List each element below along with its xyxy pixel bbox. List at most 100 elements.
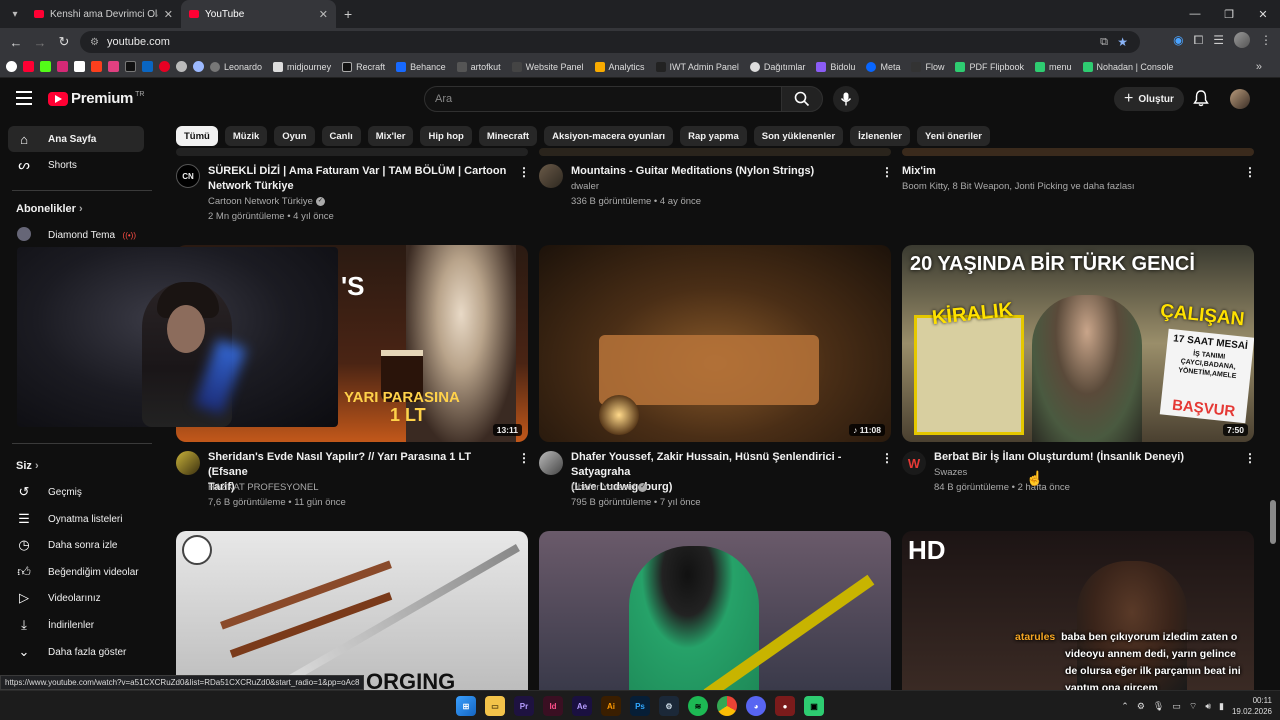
forward-icon[interactable]: → bbox=[28, 35, 52, 50]
bookmark-flow[interactable]: Flow bbox=[911, 61, 944, 72]
kick-icon[interactable] bbox=[40, 61, 51, 72]
maximize-button[interactable]: ❐ bbox=[1212, 0, 1246, 28]
app-icon[interactable]: ▣ bbox=[804, 696, 824, 716]
account-avatar[interactable] bbox=[1230, 89, 1250, 109]
youtube-icon[interactable] bbox=[23, 61, 34, 72]
page-scrollbar[interactable] bbox=[1270, 500, 1276, 544]
chip-gaming[interactable]: Oyun bbox=[274, 126, 315, 146]
create-button[interactable]: + Oluştur bbox=[1114, 87, 1184, 111]
chatgpt-icon[interactable] bbox=[176, 61, 187, 72]
channel-name[interactable]: Cartoon Network Türkiye ✓ bbox=[208, 194, 325, 209]
bookmark-dagitimlar[interactable]: Dağıtımlar bbox=[749, 61, 805, 72]
close-window-button[interactable]: ✕ bbox=[1246, 0, 1280, 28]
tab-kenshi[interactable]: Kenshi ama Devrimci Olarak - Y ✕ bbox=[26, 0, 181, 28]
bookmark-recraft[interactable]: Recraft bbox=[342, 61, 385, 72]
video-thumbnail[interactable] bbox=[176, 148, 528, 156]
sidebar-item-show-more[interactable]: ⌄ Daha fazla göster bbox=[8, 639, 144, 665]
photoshop-icon[interactable]: Ps bbox=[630, 696, 650, 716]
channel-name[interactable]: dwaler bbox=[571, 179, 599, 194]
site-info-icon[interactable]: ⚙ bbox=[90, 37, 99, 48]
tab-youtube[interactable]: YouTube ✕ bbox=[181, 0, 336, 28]
bookmark-star-icon[interactable]: ★ bbox=[1117, 35, 1128, 49]
google-icon[interactable] bbox=[6, 61, 17, 72]
instagram-icon[interactable] bbox=[57, 61, 68, 72]
channel-name[interactable]: HAZKAT PROFESYONEL bbox=[208, 480, 319, 495]
mix-thumbnail[interactable] bbox=[902, 148, 1254, 156]
bookmark-website-panel[interactable]: Website Panel bbox=[511, 61, 584, 72]
search-input[interactable] bbox=[435, 93, 781, 105]
extension-icon[interactable]: ◉ bbox=[1173, 33, 1183, 47]
chip-minecraft[interactable]: Minecraft bbox=[478, 126, 538, 146]
bookmark-iwt-admin[interactable]: IWT Admin Panel bbox=[655, 61, 739, 72]
more-options-icon[interactable]: ⋮ bbox=[1244, 165, 1256, 179]
chip-recently-uploaded[interactable]: Son yüklenenler bbox=[753, 126, 844, 146]
voice-search-button[interactable] bbox=[833, 86, 859, 112]
after-effects-icon[interactable]: Ae bbox=[572, 696, 592, 716]
pinterest-icon[interactable] bbox=[159, 61, 170, 72]
illustrator-icon[interactable]: Ai bbox=[601, 696, 621, 716]
more-options-icon[interactable]: ⋮ bbox=[881, 165, 893, 179]
bookmark-behance[interactable]: Behance bbox=[396, 61, 446, 72]
bookmark-leonardo[interactable]: Leonardo bbox=[210, 61, 262, 72]
battery-icon[interactable]: ▮ bbox=[1219, 701, 1224, 712]
steam-tray-icon[interactable]: ⚙ bbox=[1137, 701, 1145, 712]
youtube-premium-logo[interactable]: Premium TR bbox=[48, 90, 144, 107]
bookmark-midjourney[interactable]: midjourney bbox=[273, 61, 331, 72]
extensions-puzzle-icon[interactable]: ⧠ bbox=[1194, 33, 1204, 48]
browser-menu-icon[interactable]: ⋮ bbox=[1260, 33, 1272, 47]
chip-new-to-you[interactable]: Yeni öneriler bbox=[916, 126, 991, 146]
reload-icon[interactable]: ↻ bbox=[52, 34, 76, 50]
x-icon[interactable] bbox=[74, 61, 85, 72]
profile-avatar[interactable] bbox=[1234, 32, 1250, 48]
chip-live[interactable]: Canlı bbox=[321, 126, 361, 146]
bookmark-menu[interactable]: menu bbox=[1035, 61, 1072, 72]
bookmark-pdf-flipbook[interactable]: PDF Flipbook bbox=[955, 61, 1024, 72]
channel-name[interactable]: Dhafer Youssef ✓ bbox=[571, 480, 648, 495]
chip-watched[interactable]: İzlenenler bbox=[850, 126, 910, 146]
bookmark-nohadan[interactable]: Nohadan | Console bbox=[1082, 61, 1173, 72]
sidebar-item-diamond-tema[interactable]: Diamond Tema ((•)) bbox=[8, 222, 144, 248]
hazkat-avatar[interactable] bbox=[176, 451, 200, 475]
bookmark-bidolu[interactable]: Bidolu bbox=[816, 61, 855, 72]
yandex-icon[interactable] bbox=[91, 61, 102, 72]
volume-icon[interactable]: 🔊︎ bbox=[1205, 701, 1211, 712]
video-title[interactable]: SÜREKLİ DİZİ | Ama Faturam Var | TAM BÖL… bbox=[208, 164, 508, 194]
sidebar-item-downloads[interactable]: ⤓ İndirilenler bbox=[8, 612, 144, 638]
cartoon-network-avatar[interactable]: CN bbox=[176, 164, 200, 188]
bookmark-artofkut[interactable]: artofkut bbox=[456, 61, 501, 72]
close-tab-icon[interactable]: ✕ bbox=[164, 8, 173, 21]
video-title[interactable]: Mountains - Guitar Meditations (Nylon St… bbox=[571, 164, 871, 179]
bookmark-analytics[interactable]: Analytics bbox=[594, 61, 645, 72]
file-explorer-icon[interactable]: ▭ bbox=[485, 696, 505, 716]
more-options-icon[interactable]: ⋮ bbox=[881, 451, 893, 465]
chip-rapping[interactable]: Rap yapma bbox=[680, 126, 747, 146]
premiere-pro-icon[interactable]: Pr bbox=[514, 696, 534, 716]
chip-action-adventure[interactable]: Aksiyon-macera oyunları bbox=[544, 126, 674, 146]
more-bookmarks-icon[interactable]: » bbox=[1256, 61, 1262, 73]
video-thumbnail[interactable]: ORGING bbox=[176, 531, 528, 690]
monitor-tray-icon[interactable]: ▭ bbox=[1172, 701, 1181, 712]
notifications-button[interactable] bbox=[1193, 90, 1209, 112]
behance-icon[interactable] bbox=[108, 61, 119, 72]
more-options-icon[interactable]: ⋮ bbox=[518, 165, 530, 179]
indesign-icon[interactable]: Id bbox=[543, 696, 563, 716]
video-title[interactable]: Mix'im bbox=[902, 164, 1232, 179]
video-thumbnail[interactable] bbox=[539, 148, 891, 156]
install-app-icon[interactable]: ⧉ bbox=[1100, 36, 1108, 49]
minimize-button[interactable]: — bbox=[1178, 0, 1212, 28]
chip-all[interactable]: Tümü bbox=[176, 126, 218, 146]
tray-expand-icon[interactable]: ⌃ bbox=[1121, 701, 1129, 712]
swazes-avatar[interactable]: W bbox=[902, 451, 926, 475]
more-options-icon[interactable]: ⋮ bbox=[518, 451, 530, 465]
dhafer-avatar[interactable] bbox=[539, 451, 563, 475]
hamburger-menu-icon[interactable] bbox=[16, 91, 32, 105]
gemini-icon[interactable] bbox=[193, 61, 204, 72]
subscriptions-heading[interactable]: Abonelikler › bbox=[16, 203, 83, 215]
sidebar-item-shorts[interactable]: ᔕ Shorts bbox=[8, 152, 144, 178]
sidebar-item-history[interactable]: ↺ Geçmiş bbox=[8, 479, 144, 505]
wifi-icon[interactable]: ⌔ bbox=[1189, 701, 1197, 712]
new-tab-button[interactable]: + bbox=[344, 6, 352, 22]
spotify-icon[interactable]: ≋ bbox=[688, 696, 708, 716]
sidebar-item-playlists[interactable]: ☰ Oynatma listeleri bbox=[8, 506, 144, 532]
chip-music[interactable]: Müzik bbox=[224, 126, 268, 146]
